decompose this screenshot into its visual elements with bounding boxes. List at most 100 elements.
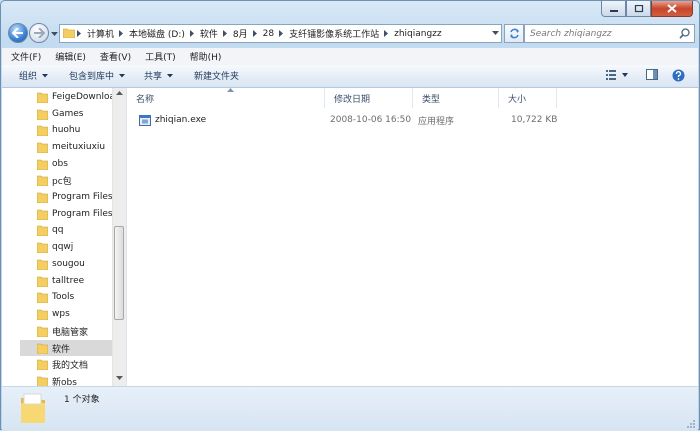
- tree-item-label: 电脑管家: [52, 327, 89, 338]
- column-header-type[interactable]: 类型: [413, 88, 499, 108]
- folder-icon: [37, 159, 48, 170]
- scroll-up-icon[interactable]: [116, 91, 123, 95]
- tree-item-new-obs[interactable]: 新obs: [37, 373, 77, 386]
- menu-file[interactable]: 文件(F): [6, 50, 46, 63]
- folder-icon: [37, 109, 48, 120]
- organize-button[interactable]: 组织: [19, 69, 49, 82]
- address-history-dropdown[interactable]: [492, 29, 499, 39]
- folder-icon: [37, 359, 48, 370]
- menu-view[interactable]: 查看(V): [95, 50, 136, 63]
- tree-item-label: sougou: [52, 259, 85, 269]
- arrow-left-icon: [12, 28, 23, 38]
- breadcrumb-separator-icon[interactable]: [117, 25, 126, 42]
- folder-icon: [37, 92, 48, 103]
- breadcrumb-separator-icon[interactable]: [251, 25, 260, 42]
- tree-item-label: 我的文档: [52, 360, 89, 371]
- explorer-window: 计算机 本地磁盘 (D:) 软件 8月 28 支纤镭影像系统工作站 zhiqia…: [0, 0, 700, 431]
- tree-item-software-selected[interactable]: 软件: [37, 340, 70, 356]
- navigation-scrollbar[interactable]: [112, 88, 126, 386]
- menu-help[interactable]: 帮助(H): [185, 50, 227, 63]
- maximize-icon: [634, 4, 643, 12]
- tree-item-label: 新obs: [52, 377, 77, 387]
- folder-icon: [37, 225, 48, 236]
- help-button[interactable]: [672, 69, 685, 85]
- include-in-library-button[interactable]: 包含到库中: [69, 69, 126, 82]
- share-label: 共享: [144, 72, 163, 82]
- caption-buttons: [601, 1, 693, 17]
- refresh-button[interactable]: [504, 24, 524, 43]
- tree-item-label: Program Files: [52, 209, 113, 219]
- file-row[interactable]: zhiqian.exe 2008-10-06 16:50 应用程序 10,722…: [137, 111, 557, 129]
- back-button[interactable]: [8, 23, 28, 43]
- new-folder-button[interactable]: 新建文件夹: [194, 69, 239, 82]
- file-modified: 2008-10-06 16:50: [330, 115, 412, 125]
- folder-icon: [37, 209, 48, 220]
- share-button[interactable]: 共享: [144, 69, 174, 82]
- scroll-down-icon[interactable]: [116, 376, 123, 380]
- tree-item-huohu[interactable]: huohu: [37, 122, 80, 138]
- folder-icon: [37, 242, 48, 253]
- tree-item-my-documents[interactable]: 我的文档: [37, 356, 88, 372]
- tree-item-qqwj[interactable]: qqwj: [37, 239, 73, 255]
- new-folder-label: 新建文件夹: [194, 72, 240, 82]
- tree-item-label: obs: [52, 159, 68, 169]
- breadcrumb-drive-d[interactable]: 本地磁盘 (D:): [126, 25, 188, 42]
- breadcrumb-separator-icon[interactable]: [382, 25, 391, 42]
- tree-item-label: 软件: [52, 344, 71, 355]
- resize-grip-icon[interactable]: [686, 419, 696, 429]
- organize-label: 组织: [19, 72, 38, 82]
- tree-item-label: qqwj: [52, 242, 74, 252]
- close-button[interactable]: [651, 1, 693, 17]
- tree-item-talltree[interactable]: talltree: [37, 273, 84, 289]
- address-bar[interactable]: 计算机 本地磁盘 (D:) 软件 8月 28 支纤镭影像系统工作站 zhiqia…: [59, 24, 502, 43]
- minimize-button[interactable]: [601, 1, 626, 17]
- breadcrumb-separator-icon[interactable]: [188, 25, 197, 42]
- search-input[interactable]: [530, 27, 670, 40]
- folder-icon: [37, 259, 48, 270]
- column-header-name[interactable]: 名称: [127, 88, 325, 108]
- folder-icon: [37, 292, 48, 303]
- panes: FeigeDownloa Games huohu meituxiuxiu obs…: [2, 88, 698, 386]
- breadcrumb-28[interactable]: 28: [260, 25, 277, 42]
- maximize-button[interactable]: [626, 1, 651, 17]
- tree-item-sougou[interactable]: sougou: [37, 256, 85, 272]
- menu-edit[interactable]: 编辑(E): [50, 50, 91, 63]
- tree-item-label: Games: [52, 109, 84, 119]
- tree-item-label: qq: [52, 225, 64, 235]
- tree-item-program-files-2[interactable]: Program Files: [37, 206, 113, 222]
- include-in-library-label: 包含到库中: [69, 72, 115, 82]
- tree-item-tools[interactable]: Tools: [37, 289, 74, 305]
- tree-item-games[interactable]: Games: [37, 106, 83, 122]
- change-view-button[interactable]: [606, 69, 628, 84]
- tree-item-pc-manager[interactable]: 电脑管家: [37, 323, 88, 339]
- forward-button[interactable]: [29, 23, 49, 43]
- tree-item-program-files[interactable]: Program Files: [37, 189, 113, 205]
- recent-pages-dropdown[interactable]: [51, 29, 58, 39]
- scrollbar-thumb[interactable]: [114, 226, 124, 320]
- breadcrumb-computer[interactable]: 计算机: [84, 25, 117, 42]
- preview-pane-button[interactable]: [646, 69, 658, 84]
- tree-item-qq[interactable]: qq: [37, 222, 63, 238]
- breadcrumb-current-folder[interactable]: zhiqiangzz: [391, 25, 445, 42]
- tree-item-wps[interactable]: wps: [37, 306, 70, 322]
- tree-item-pc-bao[interactable]: pc包: [37, 172, 72, 188]
- tree-item-obs[interactable]: obs: [37, 156, 68, 172]
- breadcrumb-software[interactable]: 软件: [197, 25, 221, 42]
- folder-icon: [37, 309, 48, 320]
- tree-item-meituxiuxiu[interactable]: meituxiuxiu: [37, 139, 105, 155]
- breadcrumb-separator-icon[interactable]: [221, 25, 230, 42]
- menu-tools[interactable]: 工具(T): [140, 50, 181, 63]
- column-header-size[interactable]: 大小: [499, 88, 557, 108]
- column-header-modified[interactable]: 修改日期: [325, 88, 413, 108]
- breadcrumb-august[interactable]: 8月: [230, 25, 251, 42]
- minimize-icon: [609, 9, 618, 12]
- search-box[interactable]: [524, 24, 695, 43]
- breadcrumb-separator-icon[interactable]: [277, 25, 286, 42]
- tree-item-label: Program Files: [52, 192, 113, 202]
- search-icon[interactable]: [679, 28, 690, 42]
- breadcrumb-workstation[interactable]: 支纤镭影像系统工作站: [286, 25, 382, 42]
- tree-item-feigedownload[interactable]: FeigeDownloa: [37, 89, 115, 105]
- tree-item-label: meituxiuxiu: [52, 142, 106, 152]
- folder-icon: [37, 175, 48, 186]
- navigation-pane: FeigeDownloa Games huohu meituxiuxiu obs…: [2, 88, 127, 386]
